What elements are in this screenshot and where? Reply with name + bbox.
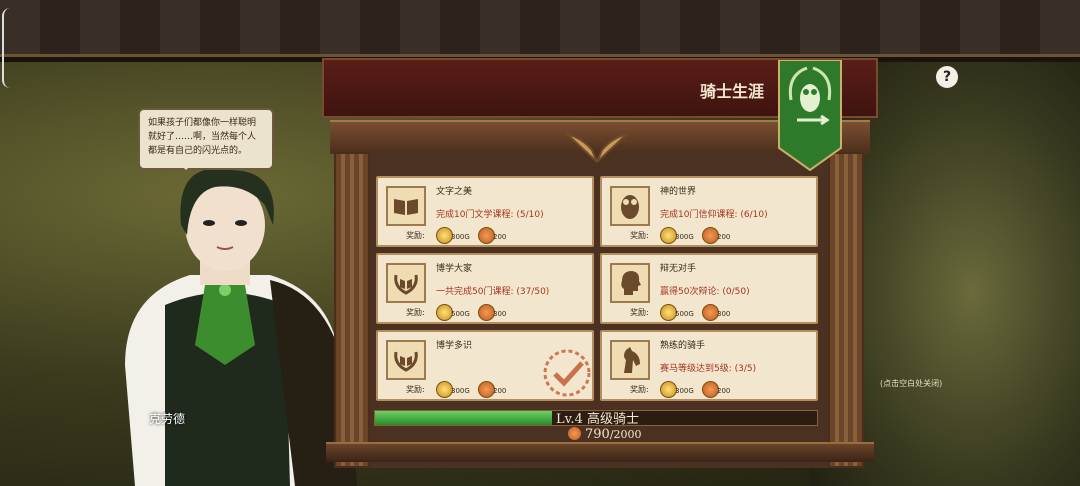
reward-label: 奖励: <box>406 385 425 394</box>
achievement-progress: 完成10门文学课程: (5/10) <box>436 210 544 220</box>
reward-label: 奖励: <box>630 308 649 317</box>
reward-credit: 200 <box>493 387 507 395</box>
achievement-title: 神的世界 <box>660 187 697 197</box>
achievement-title: 文字之美 <box>436 187 473 197</box>
completed-check-stamp-icon <box>543 349 591 397</box>
right-pillar <box>828 152 864 468</box>
laurel-book-icon <box>386 263 426 303</box>
head-profile-icon <box>610 263 650 303</box>
board-base <box>326 442 874 462</box>
reward-gold: 500G <box>451 310 470 318</box>
reward-gold: 500G <box>675 310 694 318</box>
panel-title: 骑士生涯 <box>700 82 765 101</box>
achievement-card[interactable]: 神的世界 完成10门信仰课程: (6/10) 奖励: 300G 200 <box>600 176 818 247</box>
achievement-card[interactable]: 辩无对手 赢得50次辩论: (0/50) 奖励: 500G 300 <box>600 253 818 324</box>
currency-current: 790 <box>585 427 610 442</box>
currency-max: /2000 <box>609 428 642 441</box>
reward-credit: 200 <box>717 233 731 241</box>
currency-coin-icon <box>568 427 581 440</box>
horse-head-icon <box>610 340 650 380</box>
level-progress-fill <box>375 411 552 425</box>
level-label: Lv.4 高级骑士 <box>556 412 639 427</box>
achievement-card[interactable]: 文字之美 完成10门文学课程: (5/10) 奖励: 300G 200 <box>376 176 594 247</box>
reward-label: 奖励: <box>630 385 649 394</box>
reward-credit: 200 <box>493 233 507 241</box>
currency-display: 790/2000 <box>568 427 642 442</box>
achievement-card[interactable]: 熟练的骑手 赛马等级达到5级: (3/5) 奖励: 300G 200 <box>600 330 818 401</box>
owl-icon <box>610 186 650 226</box>
achievement-card[interactable]: 博学大家 一共完成50门课程: (37/50) 奖励: 500G 300 <box>376 253 594 324</box>
achievement-progress: 赢得50次辩论: (0/50) <box>660 287 750 297</box>
achievement-title: 辩无对手 <box>660 264 697 274</box>
speech-bubble: 如果孩子们都像你一样聪明就好了……啊，当然每个人都是有自己的闪光点的。 <box>138 108 274 170</box>
left-pillar <box>334 152 370 468</box>
side-bracket <box>2 8 10 88</box>
top-band <box>0 0 1080 62</box>
reward-credit: 200 <box>717 387 731 395</box>
character-name: 克劳德 <box>149 412 186 426</box>
laurel-book-icon <box>386 340 426 380</box>
help-button[interactable]: ? <box>936 66 958 88</box>
reward-label: 奖励: <box>630 231 649 240</box>
achievement-title: 博学大家 <box>436 264 473 274</box>
reward-gold: 300G <box>675 387 694 395</box>
wing-ornament-icon <box>566 133 628 163</box>
reward-gold: 300G <box>451 387 470 395</box>
speech-text: 如果孩子们都像你一样聪明就好了……啊，当然每个人都是有自己的闪光点的。 <box>148 118 257 156</box>
reward-label: 奖励: <box>406 308 425 317</box>
reward-credit: 300 <box>493 310 507 318</box>
reward-label: 奖励: <box>406 231 425 240</box>
reward-gold: 300G <box>675 233 694 241</box>
reward-credit: 300 <box>717 310 731 318</box>
achievement-title: 博学多识 <box>436 341 473 351</box>
reward-gold: 300G <box>451 233 470 241</box>
book-icon <box>386 186 426 226</box>
achievement-progress: 赛马等级达到5级: (3/5) <box>660 364 757 374</box>
owl-banner-icon <box>778 60 842 172</box>
achievement-title: 熟练的骑手 <box>660 341 706 351</box>
close-hint: (点击空白处关闭) <box>880 379 943 388</box>
achievement-progress: 一共完成50门课程: (37/50) <box>436 287 550 297</box>
achievement-progress: 完成10门信仰课程: (6/10) <box>660 210 768 220</box>
